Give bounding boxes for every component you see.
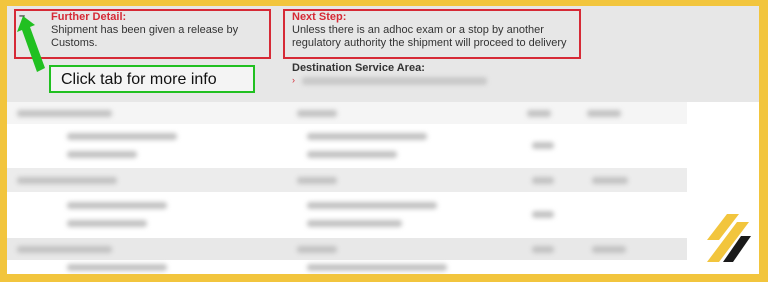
table-row — [7, 238, 687, 260]
destination-marker-icon: › — [292, 75, 295, 85]
table-row — [7, 192, 687, 238]
further-detail-text-line1: Shipment has been given a release by — [51, 24, 239, 36]
shipment-detail-panel: – Further Detail: Shipment has been give… — [7, 6, 759, 102]
stripes-logo-icon — [707, 214, 751, 262]
destination-service-area-label: Destination Service Area: — [292, 62, 425, 74]
next-step-text-line1: Unless there is an adhoc exam or a stop … — [292, 24, 544, 36]
destination-value-redacted — [302, 77, 487, 85]
callout-annotation: Click tab for more info — [49, 65, 255, 93]
table-row — [7, 124, 687, 168]
tracking-history-table-redacted — [7, 102, 687, 274]
tracking-detail-frame: – Further Detail: Shipment has been give… — [7, 6, 759, 274]
callout-text: Click tab for more info — [61, 71, 217, 88]
table-row — [7, 260, 687, 274]
next-step-text-line2: regulatory authority the shipment will p… — [292, 37, 567, 49]
table-row — [7, 102, 687, 124]
table-row — [7, 168, 687, 192]
next-step-heading: Next Step: — [292, 11, 347, 23]
